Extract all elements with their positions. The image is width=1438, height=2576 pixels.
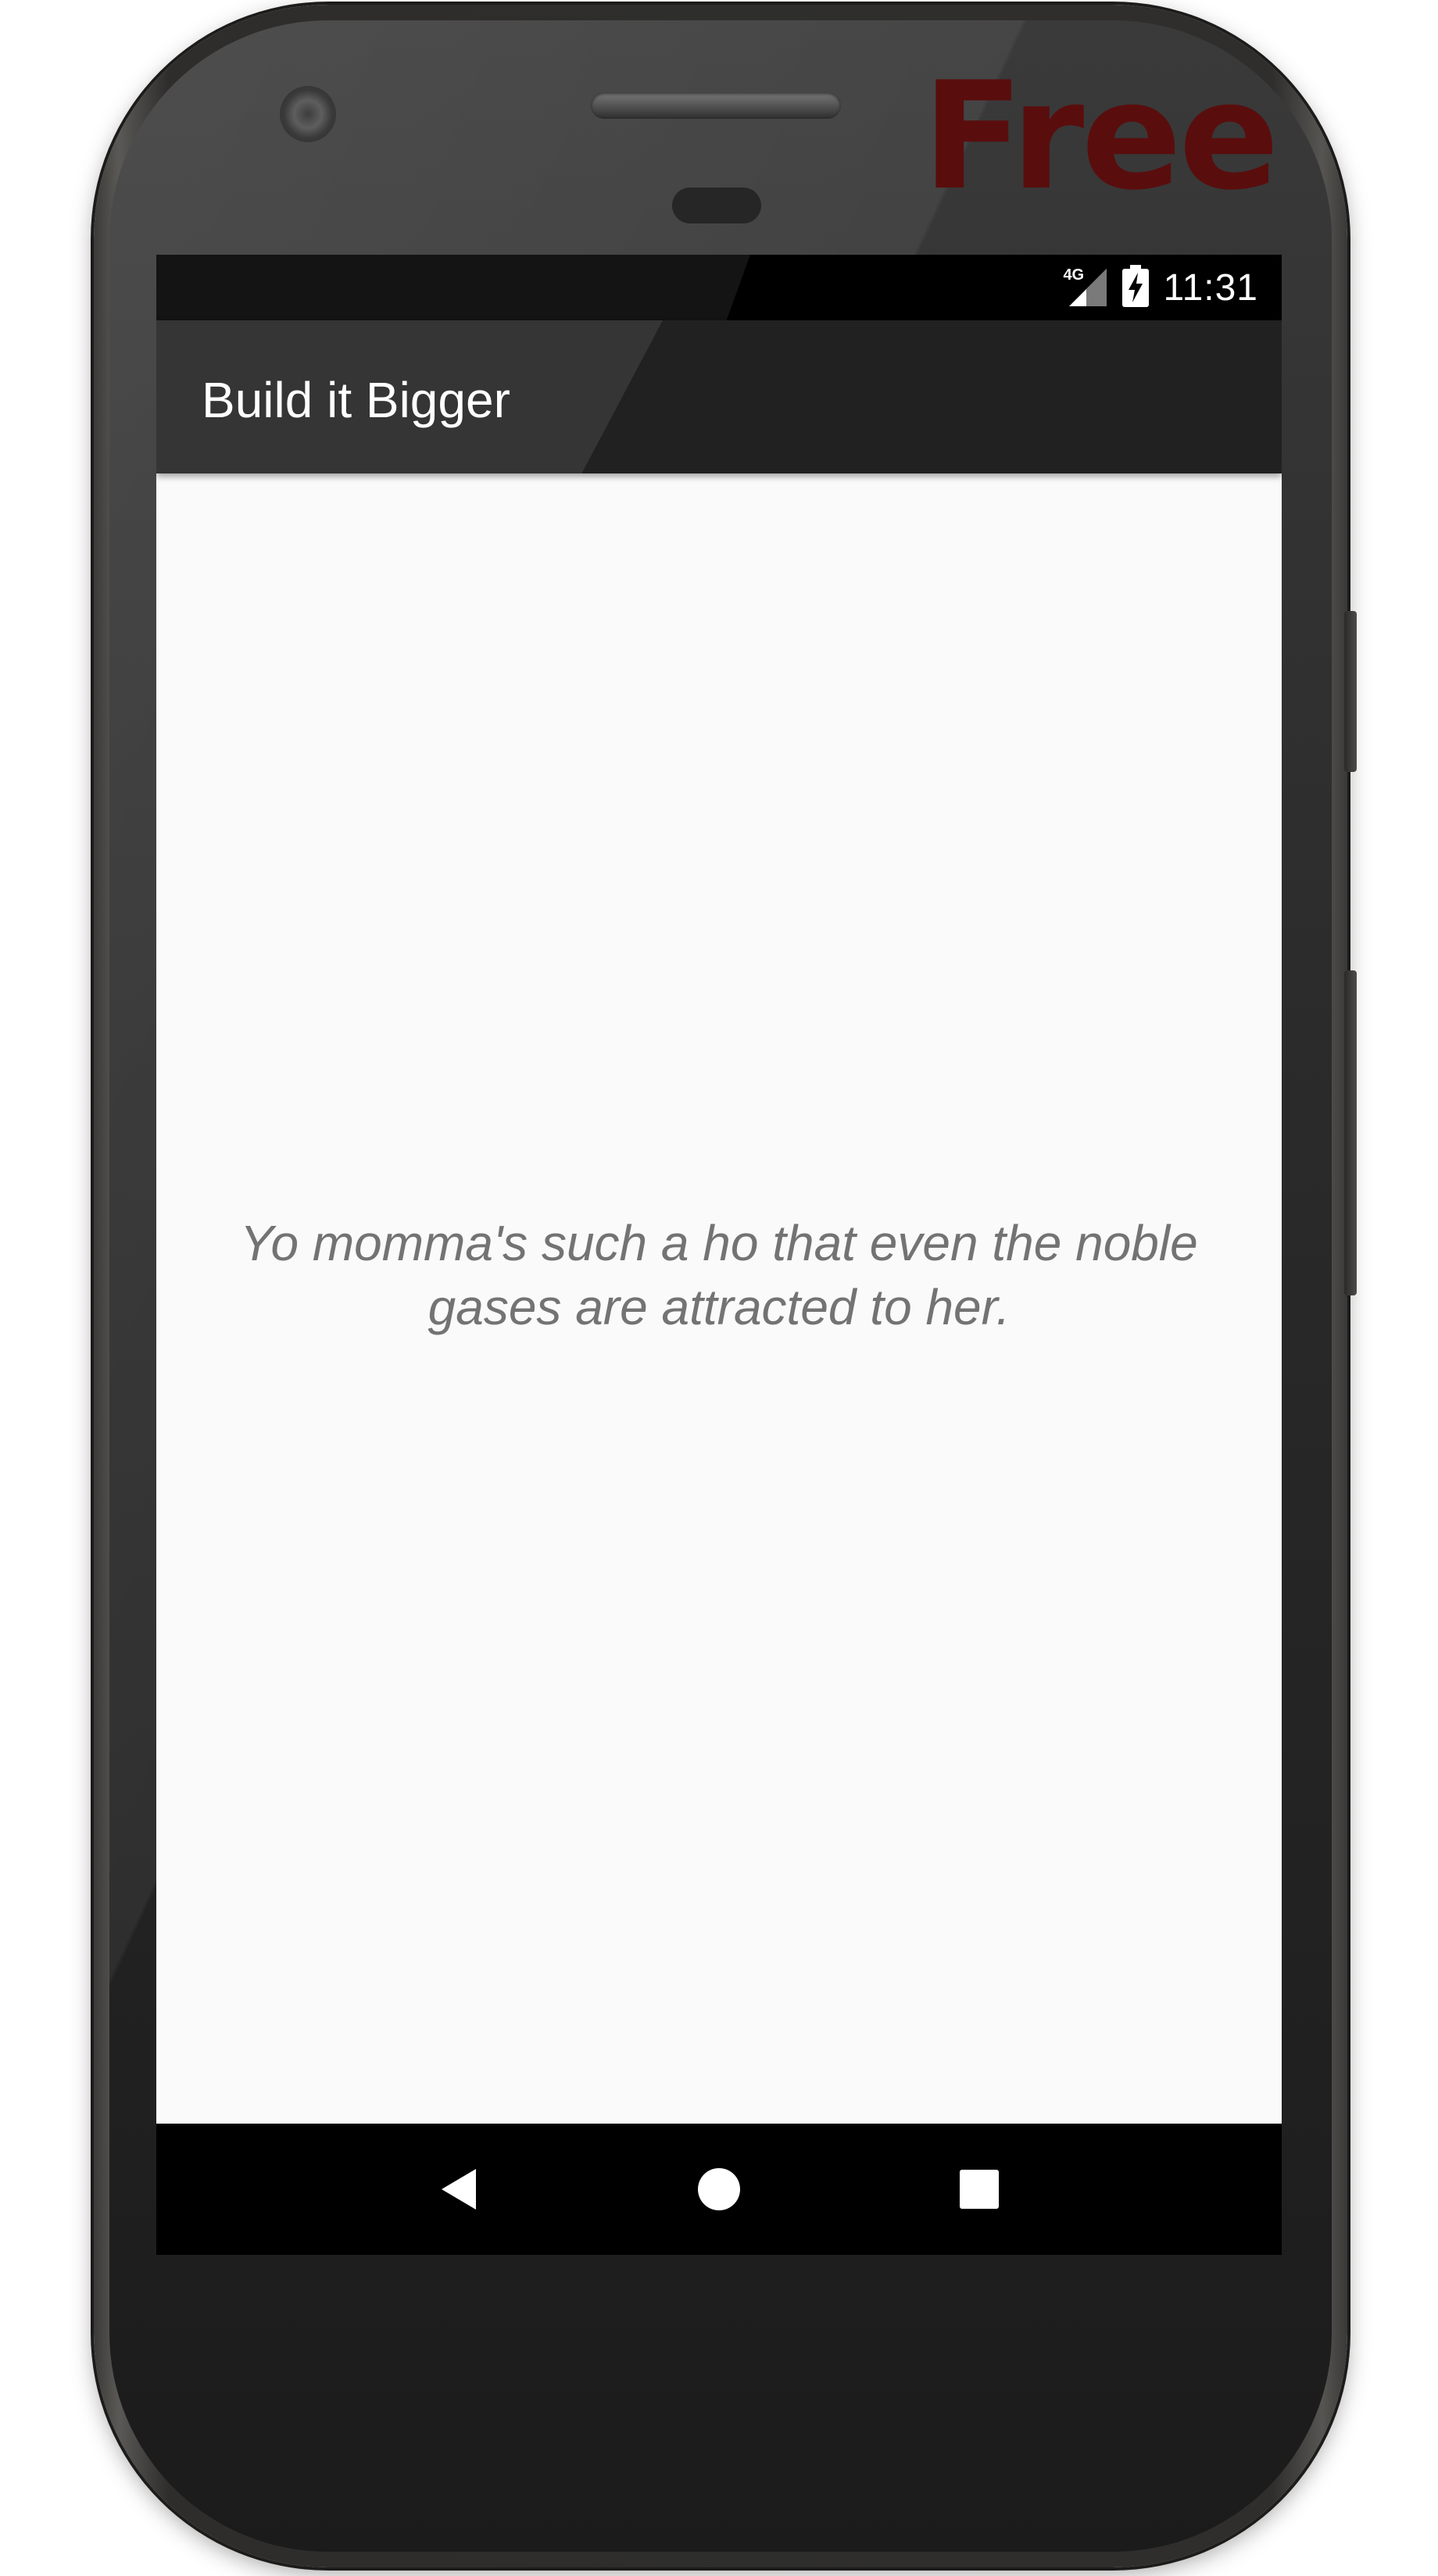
cell-signal-icon: 4G (1063, 266, 1108, 309)
status-bar-glare (156, 255, 750, 320)
navigation-bar (156, 2124, 1282, 2255)
back-triangle-icon (441, 2169, 476, 2210)
back-button[interactable] (412, 2142, 506, 2236)
joke-content: Yo momma's such a ho that even the noble… (156, 473, 1282, 2124)
status-icons: 4G 11:31 (1063, 255, 1258, 320)
app-bar: Build it Bigger (156, 320, 1282, 473)
earpiece-speaker (591, 92, 841, 119)
status-bar: 4G 11:31 (156, 255, 1282, 320)
battery-charging-icon (1122, 264, 1150, 311)
power-button (1344, 611, 1357, 772)
app-title: Build it Bigger (202, 372, 510, 428)
volume-button (1344, 970, 1357, 1295)
proximity-sensor (672, 188, 761, 223)
free-badge: Free (922, 50, 1279, 223)
front-camera-icon (280, 86, 336, 142)
device-screen: 4G 11:31 Build it Bigger Yo momma's such… (156, 255, 1282, 2255)
home-circle-icon (697, 2168, 740, 2210)
recents-button[interactable] (932, 2142, 1026, 2236)
home-button[interactable] (672, 2142, 766, 2236)
status-time: 11:31 (1163, 266, 1258, 309)
joke-text: Yo momma's such a ho that even the noble… (240, 1215, 1198, 1335)
recents-square-icon (960, 2170, 1000, 2209)
